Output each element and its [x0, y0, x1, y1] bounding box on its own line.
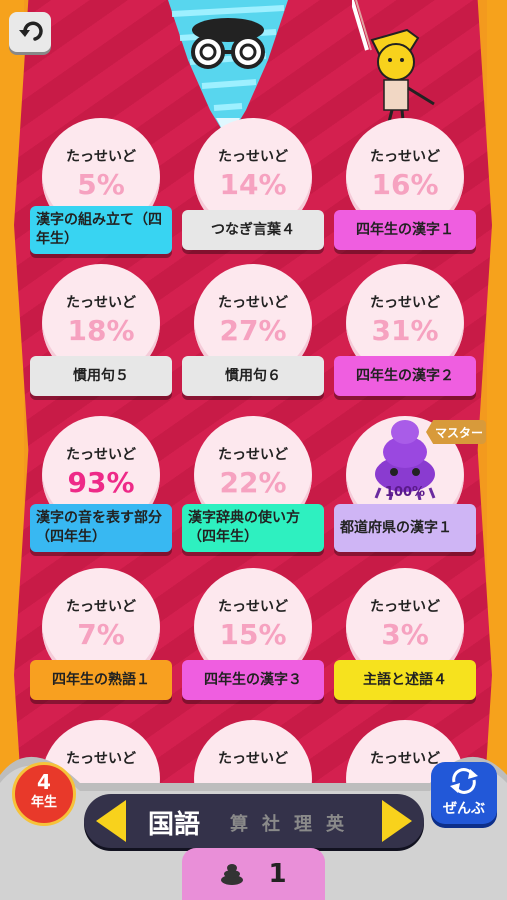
course-card[interactable]: たっせいど 16% 四年生の漢字１ [334, 118, 476, 258]
course-title: 漢字の音を表す部分（四年生） [30, 504, 172, 552]
subject-selector: 国語 算 社 理 英 [84, 794, 424, 848]
prev-subject-arrow-icon[interactable] [96, 800, 126, 842]
progress-percent: 100% [384, 485, 426, 500]
course-title: 四年生の熟語１ [30, 660, 172, 700]
progress-label: たっせいど [370, 599, 440, 615]
progress-percent: 3% [381, 618, 429, 651]
progress-label: たっせいど [218, 599, 288, 615]
progress-percent: 31% [371, 314, 439, 347]
grade-selector-button[interactable]: 4 年生 [12, 762, 76, 826]
course-title: 慣用句５ [30, 356, 172, 396]
progress-label: たっせいど [370, 295, 440, 311]
subject-math[interactable]: 算 [230, 810, 248, 836]
course-title: 四年生の漢字１ [334, 210, 476, 250]
mastery-count: 1 [268, 859, 287, 889]
course-title: 都道府県の漢字１ [334, 504, 476, 552]
progress-percent: 16% [371, 168, 439, 201]
progress-label: たっせいど [66, 447, 136, 463]
grade-number: 4 [37, 770, 51, 794]
course-card[interactable]: たっせいど 14% つなぎ言葉４ [182, 118, 324, 258]
subject-active[interactable]: 国語 [148, 804, 200, 841]
grade-unit: 年生 [30, 795, 57, 810]
progress-label: たっせいど [370, 149, 440, 165]
subject-social[interactable]: 社 [262, 810, 280, 836]
progress-percent: 22% [219, 466, 287, 499]
mastery-counter: 1 [182, 848, 325, 900]
subject-science[interactable]: 理 [294, 810, 312, 836]
progress-percent: 5% [77, 168, 125, 201]
course-card[interactable]: たっせいど 7% 四年生の熟語１ [30, 568, 172, 708]
course-title: 慣用句６ [182, 356, 324, 396]
course-title: つなぎ言葉４ [182, 210, 324, 250]
progress-percent: 14% [219, 168, 287, 201]
course-title: 四年生の漢字２ [334, 356, 476, 396]
course-card[interactable]: たっせいど 5% 漢字の組み立て（四年生） [30, 118, 172, 258]
master-badge: マスター [426, 420, 486, 444]
all-courses-label: ぜんぶ [443, 801, 485, 817]
course-card[interactable]: たっせいど 15% 四年生の漢字３ [182, 568, 324, 708]
course-card[interactable]: たっせいど 93% 漢字の音を表す部分（四年生） [30, 416, 172, 556]
course-card-mastered[interactable]: マスター 100% 都道府県の漢字１ [334, 416, 486, 556]
progress-label: たっせいど [66, 149, 136, 165]
progress-percent: 27% [219, 314, 287, 347]
course-title: 漢字の組み立て（四年生） [30, 206, 172, 254]
course-title: 主語と述語４ [334, 660, 476, 700]
back-arrow-icon [19, 21, 43, 41]
course-title: 四年生の漢字３ [182, 660, 324, 700]
next-subject-arrow-icon[interactable] [382, 800, 412, 842]
course-card[interactable]: たっせいど 31% 四年生の漢字２ [334, 264, 476, 404]
subject-english[interactable]: 英 [326, 810, 344, 836]
course-card[interactable]: たっせいど 27% 慣用句６ [182, 264, 324, 404]
back-button[interactable] [9, 12, 51, 52]
course-card[interactable]: たっせいど 18% 慣用句５ [30, 264, 172, 404]
progress-label: たっせいど [218, 295, 288, 311]
course-card[interactable]: たっせいど 22% 漢字辞典の使い方（四年生） [182, 416, 324, 556]
course-title: 漢字辞典の使い方（四年生） [182, 504, 324, 552]
course-card[interactable]: たっせいど 3% 主語と述語４ [334, 568, 476, 708]
progress-percent: 7% [77, 618, 125, 651]
refresh-icon [450, 768, 478, 794]
progress-percent: 15% [219, 618, 287, 651]
all-courses-button[interactable]: ぜんぶ [431, 762, 497, 824]
progress-label: たっせいど [66, 599, 136, 615]
progress-label: たっせいど [66, 295, 136, 311]
progress-label: たっせいど [218, 149, 288, 165]
progress-percent: 18% [67, 314, 135, 347]
progress-percent: 93% [67, 466, 135, 499]
poop-icon [221, 864, 244, 885]
progress-label: たっせいど [218, 447, 288, 463]
